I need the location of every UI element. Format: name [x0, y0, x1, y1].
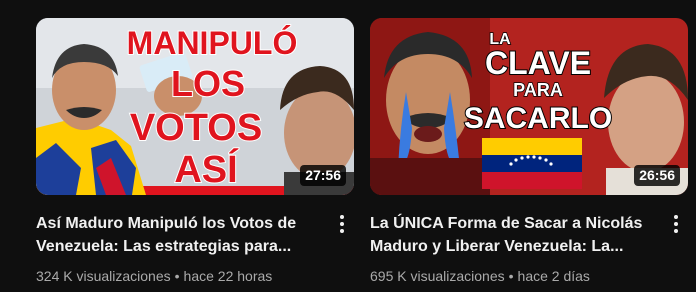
- thumbnail-title-line: ASÍ: [174, 147, 239, 191]
- video-details: Así Maduro Manipuló los Votos de Venezue…: [36, 212, 354, 285]
- more-vert-icon: [340, 215, 344, 233]
- thumbnail-title-line: MANIPULÓ: [127, 25, 298, 61]
- view-count: 695 K visualizaciones: [370, 268, 505, 284]
- thumbnail-title-line: CLAVE: [485, 45, 591, 81]
- thumbnail-title-line: PARA: [513, 80, 563, 100]
- video-title[interactable]: La ÚNICA Forma de Sacar a Nicolás Maduro…: [370, 212, 656, 258]
- meta-separator: •: [174, 268, 180, 284]
- more-vert-icon: [674, 215, 678, 233]
- meta-separator: •: [508, 268, 514, 284]
- upload-age: hace 2 días: [517, 268, 590, 284]
- thumbnail-title-line: VOTOS: [130, 107, 262, 149]
- view-count: 324 K visualizaciones: [36, 268, 171, 284]
- duration-badge: 26:56: [634, 165, 680, 186]
- video-metadata: 695 K visualizaciones • hace 2 días: [370, 267, 656, 285]
- video-details: La ÚNICA Forma de Sacar a Nicolás Maduro…: [370, 212, 688, 285]
- upload-age: hace 22 horas: [183, 268, 273, 284]
- video-metadata: 324 K visualizaciones • hace 22 horas: [36, 267, 322, 285]
- thumbnail-title-line: LOS: [171, 63, 245, 104]
- more-actions-button[interactable]: [664, 210, 688, 238]
- thumbnail-title-line: SACARLO: [464, 102, 612, 135]
- duration-badge: 27:56: [300, 165, 346, 186]
- video-card[interactable]: MANIPULÓ LOS VOTOS ASÍ 27:56 Así Maduro …: [36, 18, 354, 285]
- more-actions-button[interactable]: [330, 210, 354, 238]
- video-thumbnail[interactable]: MANIPULÓ LOS VOTOS ASÍ 27:56: [36, 18, 354, 195]
- video-thumbnail[interactable]: LA CLAVE PARA SACARLO 26:56: [370, 18, 688, 195]
- video-card[interactable]: LA CLAVE PARA SACARLO 26:56 La ÚNICA For…: [370, 18, 688, 285]
- video-title[interactable]: Así Maduro Manipuló los Votos de Venezue…: [36, 212, 322, 258]
